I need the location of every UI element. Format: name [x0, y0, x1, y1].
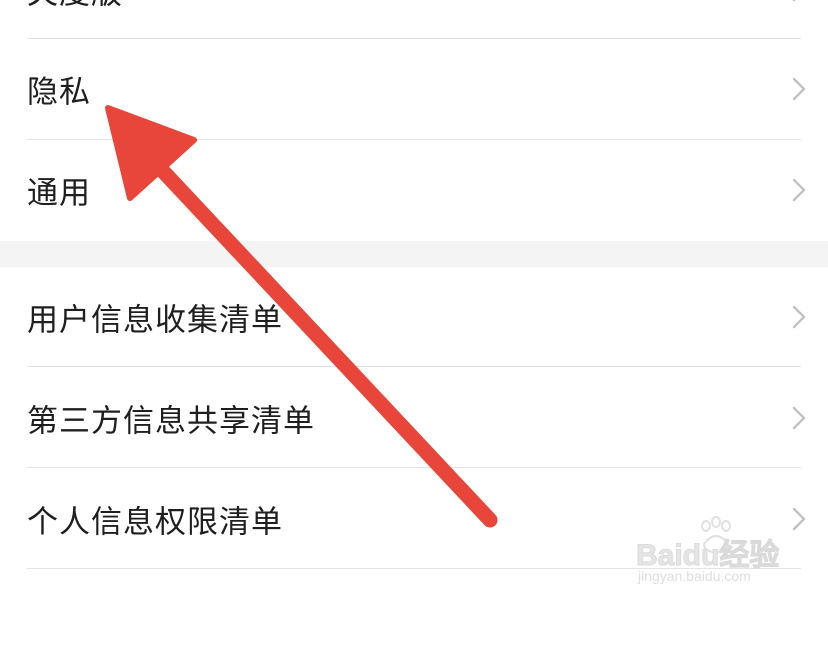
settings-item-label: 隐私	[27, 74, 91, 111]
divider	[27, 366, 801, 367]
chevron-right-icon	[792, 406, 806, 430]
chevron-right-icon	[792, 305, 806, 329]
chevron-right-icon	[792, 77, 806, 101]
settings-item-general[interactable]: 通用	[0, 140, 828, 240]
settings-item-label: 夫度版	[27, 0, 123, 13]
divider	[27, 467, 801, 468]
settings-item-third-party-sharing[interactable]: 第三方信息共享清单	[0, 368, 828, 468]
chevron-right-icon	[792, 178, 806, 202]
baidu-jingyan-watermark: Baidu经验 jingyan.baidu.com	[635, 512, 796, 592]
settings-item-top-cutoff[interactable]: 夫度版	[0, 0, 828, 40]
settings-item-label: 个人信息权限清单	[27, 504, 283, 541]
settings-item-label: 通用	[27, 175, 91, 212]
chevron-right-icon	[792, 0, 796, 2]
settings-item-label: 第三方信息共享清单	[27, 403, 315, 440]
settings-item-privacy[interactable]: 隐私	[0, 39, 828, 139]
section-separator	[0, 241, 828, 267]
watermark-url: jingyan.baidu.com	[638, 568, 751, 584]
settings-item-label: 用户信息收集清单	[27, 302, 283, 339]
settings-page: 夫度版 隐私 通用 用户信息收集清单 第三方信息共享清单	[0, 0, 828, 670]
settings-item-user-info-collection[interactable]: 用户信息收集清单	[0, 267, 828, 367]
